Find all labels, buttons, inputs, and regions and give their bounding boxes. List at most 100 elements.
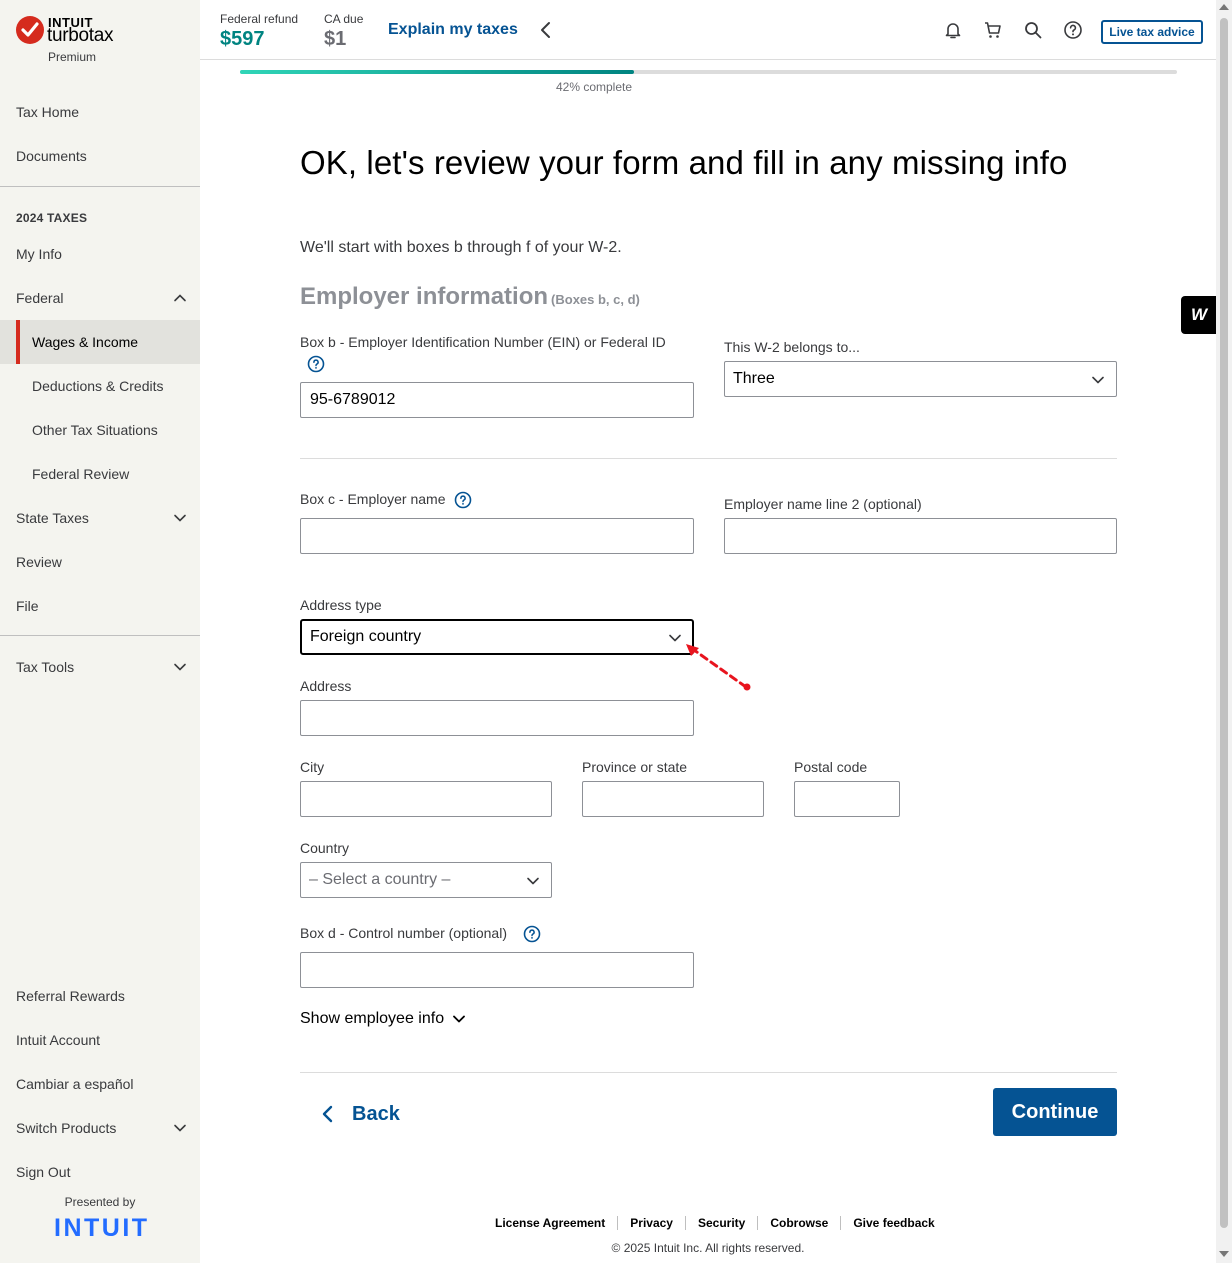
sidebar-item-state-taxes[interactable]: State Taxes <box>0 496 200 540</box>
sidebar-item-federal-review[interactable]: Federal Review <box>0 452 200 496</box>
chevron-down-icon <box>453 1015 465 1023</box>
sidebar-item-wages-income[interactable]: Wages & Income <box>0 320 200 364</box>
control-number-label: Box d - Control number (optional) <box>300 925 507 941</box>
sidebar-divider <box>0 635 200 636</box>
postal-code-label: Postal code <box>794 759 868 775</box>
chevron-down-icon <box>174 514 186 522</box>
intro-text: We'll start with boxes b through f of yo… <box>300 239 622 256</box>
postal-code-input[interactable] <box>794 781 900 817</box>
explain-my-taxes-link[interactable]: Explain my taxes <box>388 21 518 39</box>
presented-by-label: Presented by <box>64 1195 136 1209</box>
progress-text: 42% complete <box>555 80 633 94</box>
back-button[interactable]: Back <box>320 1100 400 1128</box>
sidebar-item-tax-home[interactable]: Tax Home <box>0 90 200 134</box>
progress-bar <box>240 70 1177 74</box>
sidebar-item-tax-tools[interactable]: Tax Tools <box>0 645 200 689</box>
scroll-down-arrow-icon[interactable] <box>1219 1251 1229 1257</box>
sidebar-item-label: Tax Tools <box>16 659 75 675</box>
sidebar-item-review[interactable]: Review <box>0 540 200 584</box>
sidebar-item-label: Federal <box>16 290 64 306</box>
sidebar-item-documents[interactable]: Documents <box>0 134 200 178</box>
country-label: Country <box>300 840 350 856</box>
chevron-down-icon <box>1092 376 1104 384</box>
address-type-value: Foreign country <box>310 628 422 645</box>
federal-refund-value[interactable]: $597 <box>220 28 265 51</box>
employer-name2-label: Employer name line 2 (optional) <box>724 496 922 512</box>
chevron-down-icon <box>669 634 681 642</box>
belongs-to-select[interactable]: Three <box>724 361 1117 397</box>
live-tax-advice-button[interactable]: Live tax advice <box>1101 20 1203 44</box>
control-number-input[interactable] <box>300 952 694 988</box>
footer-divider <box>300 1072 1117 1073</box>
sidebar-item-label: Switch Products <box>16 1120 117 1136</box>
page-title: OK, let's review your form and fill in a… <box>300 144 1068 181</box>
cart-icon[interactable] <box>983 20 1003 40</box>
belongs-to-value: Three <box>733 370 775 387</box>
sidebar-item-file[interactable]: File <box>0 584 200 628</box>
footer-link-feedback[interactable]: Give feedback <box>840 1216 946 1230</box>
chevron-left-icon[interactable] <box>538 21 554 39</box>
address-type-select[interactable]: Foreign country <box>300 619 694 655</box>
section-title: Employer information (Boxes b, c, d) <box>300 283 640 311</box>
logo-product: turbotax <box>47 25 114 46</box>
sidebar-item-label: State Taxes <box>16 510 89 526</box>
copyright: © 2025 Intuit Inc. All rights reserved. <box>611 1241 805 1255</box>
control-number-help-icon[interactable] <box>523 925 541 943</box>
sidebar: INTUIT turbotax Premium Tax Home Documen… <box>0 0 200 1263</box>
sidebar-item-my-info[interactable]: My Info <box>0 232 200 276</box>
ca-due-value[interactable]: $1 <box>324 28 346 51</box>
continue-button[interactable]: Continue <box>993 1088 1117 1136</box>
scroll-thumb[interactable] <box>1220 18 1228 1228</box>
employer-name-help-icon[interactable] <box>454 491 472 509</box>
section-title-text: Employer information <box>300 283 549 310</box>
address-label: Address <box>300 678 352 694</box>
country-select[interactable]: – Select a country – <box>300 862 552 898</box>
progress-fill <box>240 70 634 74</box>
chevron-up-icon <box>174 294 186 302</box>
address-input[interactable] <box>300 700 694 736</box>
sidebar-item-switch-products[interactable]: Switch Products <box>0 1106 200 1150</box>
checkmark-logo-icon <box>16 16 44 44</box>
w-widget-button[interactable]: W <box>1181 296 1217 334</box>
sidebar-item-referral-rewards[interactable]: Referral Rewards <box>0 974 200 1018</box>
footer-link-cobrowse[interactable]: Cobrowse <box>757 1216 840 1230</box>
ein-label: Box b - Employer Identification Number (… <box>300 334 666 350</box>
chevron-down-icon <box>174 663 186 671</box>
ein-input[interactable]: 95-6789012 <box>300 382 694 418</box>
section-divider <box>300 458 1117 459</box>
sidebar-section-label: 2024 TAXES <box>16 211 88 225</box>
ca-due-label: CA due <box>324 12 364 26</box>
chevron-down-icon <box>174 1124 186 1132</box>
chevron-down-icon <box>527 877 539 885</box>
belongs-to-label: This W-2 belongs to... <box>724 339 860 355</box>
employer-name2-input[interactable] <box>724 518 1117 554</box>
sidebar-item-deductions-credits[interactable]: Deductions & Credits <box>0 364 200 408</box>
sidebar-item-intuit-account[interactable]: Intuit Account <box>0 1018 200 1062</box>
sidebar-item-federal[interactable]: Federal <box>0 276 200 320</box>
logo-tier: Premium <box>48 50 97 64</box>
scroll-up-arrow-icon[interactable] <box>1219 4 1229 10</box>
turbotax-logo[interactable]: INTUIT turbotax Premium <box>16 14 186 68</box>
sidebar-divider <box>0 186 200 187</box>
province-label: Province or state <box>582 759 688 775</box>
intuit-logo: INTUIT <box>54 1214 150 1242</box>
province-input[interactable] <box>582 781 764 817</box>
city-label: City <box>300 759 325 775</box>
footer-link-security[interactable]: Security <box>684 1216 757 1230</box>
back-label: Back <box>352 1102 400 1125</box>
employer-name-input[interactable] <box>300 518 694 554</box>
help-icon[interactable] <box>1063 20 1083 40</box>
scrollbar[interactable] <box>1216 0 1232 1263</box>
city-input[interactable] <box>300 781 552 817</box>
footer-links: License Agreement Privacy Security Cobro… <box>483 1216 947 1230</box>
sidebar-item-sign-out[interactable]: Sign Out <box>0 1150 200 1194</box>
show-employee-info-toggle[interactable]: Show employee info <box>300 1010 466 1028</box>
sidebar-item-language[interactable]: Cambiar a español <box>0 1062 200 1106</box>
sidebar-item-other-tax-situations[interactable]: Other Tax Situations <box>0 408 200 452</box>
ein-help-icon[interactable] <box>307 355 325 373</box>
search-icon[interactable] <box>1023 20 1043 40</box>
footer-link-privacy[interactable]: Privacy <box>617 1216 685 1230</box>
bell-icon[interactable] <box>943 20 963 40</box>
chevron-left-icon <box>322 1105 333 1123</box>
footer-link-license[interactable]: License Agreement <box>483 1216 617 1230</box>
